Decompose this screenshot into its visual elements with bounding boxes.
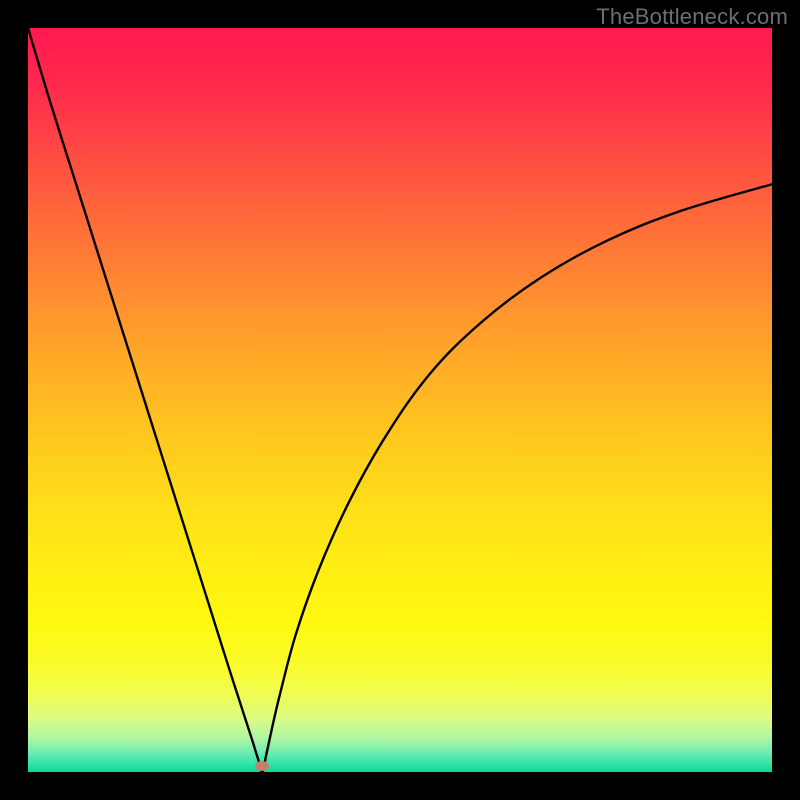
watermark-text: TheBottleneck.com: [596, 4, 788, 30]
minimum-marker: [255, 761, 269, 771]
plot-area: [28, 28, 772, 772]
chart-svg: [28, 28, 772, 772]
chart-outer-frame: TheBottleneck.com: [0, 0, 800, 800]
gradient-background: [28, 28, 772, 772]
